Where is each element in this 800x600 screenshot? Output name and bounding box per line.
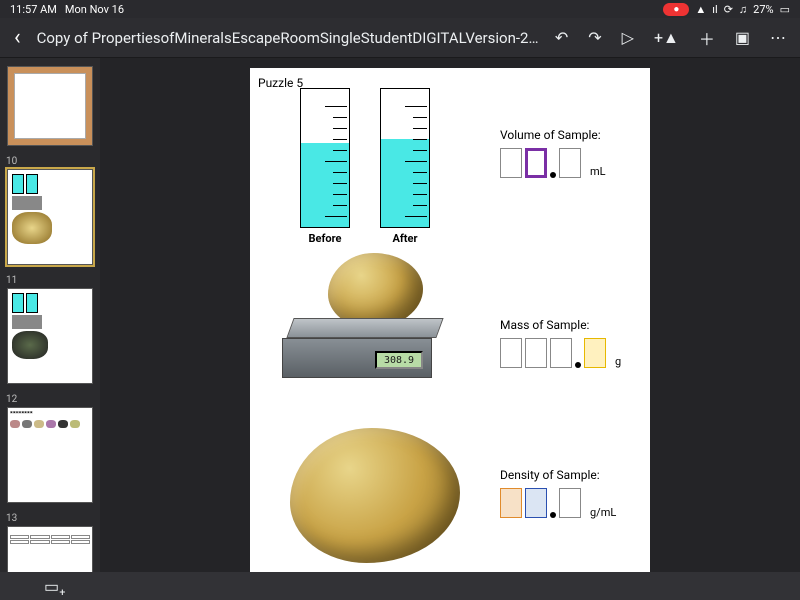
thumbnail[interactable]: 10 — [4, 156, 96, 265]
cylinder-before: 30 20 10 Before — [300, 88, 350, 245]
redo-button[interactable]: ↷ — [588, 28, 601, 47]
unit-g: g — [615, 355, 621, 368]
thumbnail[interactable]: 11 — [4, 275, 96, 384]
before-label: Before — [309, 232, 342, 245]
after-label: After — [392, 232, 417, 245]
undo-button[interactable]: ↶ — [555, 28, 568, 47]
slide-canvas[interactable]: Puzzle 5 Mineral Properties Puzzle 5 30 … — [100, 58, 800, 600]
puzzle-title: Puzzle 5 — [258, 76, 303, 90]
scale: 308.9 — [290, 318, 460, 378]
answer-box[interactable] — [550, 338, 572, 368]
answer-box[interactable] — [500, 338, 522, 368]
thumbnail[interactable]: 12 ▣▣▣▣▣▣▣▣ — [4, 394, 96, 503]
answer-box[interactable] — [559, 148, 581, 178]
main-area: 10 11 12 ▣▣▣▣▣▣▣▣ 1 — [0, 58, 800, 600]
status-bar: 11:57 AM Mon Nov 16 ● ▲ ıl ⟳ ♫ 27% ▭ — [0, 0, 800, 18]
answer-box[interactable] — [525, 338, 547, 368]
answer-box[interactable] — [500, 148, 522, 178]
answer-box[interactable] — [500, 488, 522, 518]
slide[interactable]: Puzzle 5 Mineral Properties Puzzle 5 30 … — [250, 68, 650, 588]
more-button[interactable]: ⋯ — [770, 28, 786, 47]
app-toolbar: ‹ Copy of PropertiesofMineralsEscapeRoom… — [0, 18, 800, 58]
density-label: Density of Sample: — [500, 468, 616, 482]
mineral-sample-icon — [328, 253, 423, 328]
decimal-dot — [575, 362, 581, 368]
headphones-icon: ♫ — [739, 3, 747, 16]
scale-readout: 308.9 — [375, 351, 423, 369]
status-date: Mon Nov 16 — [65, 3, 124, 16]
unit-gml: g/mL — [590, 507, 616, 518]
new-slide-button[interactable]: ▭₊ — [44, 577, 66, 596]
present-button[interactable]: ▷ — [622, 28, 634, 47]
battery-pct: 27% — [753, 3, 773, 16]
unit-ml: mL — [590, 165, 606, 178]
answer-box[interactable] — [525, 148, 547, 178]
cylinder-after: 50 40 30 After — [380, 88, 430, 245]
mass-label: Mass of Sample: — [500, 318, 621, 332]
bottom-bar: ▭₊ — [0, 572, 800, 600]
battery-icon: ▭ — [780, 3, 790, 16]
volume-label: Volume of Sample: — [500, 128, 606, 142]
mic-indicator[interactable]: ● — [663, 3, 689, 16]
wifi-icon: ▲ — [695, 3, 706, 16]
answer-box[interactable] — [584, 338, 606, 368]
cellular-icon: ıl — [712, 3, 717, 16]
answer-box[interactable] — [559, 488, 581, 518]
answer-box[interactable] — [525, 488, 547, 518]
back-button[interactable]: ‹ — [14, 25, 21, 50]
decimal-dot — [550, 172, 556, 178]
share-person-button[interactable]: +▲ — [654, 28, 679, 48]
mineral-sample-large-icon — [290, 428, 460, 563]
status-time: 11:57 AM — [10, 3, 57, 16]
thumbnail-strip[interactable]: 10 11 12 ▣▣▣▣▣▣▣▣ 1 — [0, 58, 100, 600]
sync-icon: ⟳ — [724, 3, 733, 16]
add-button[interactable]: ＋ — [699, 26, 715, 50]
decimal-dot — [550, 512, 556, 518]
document-title[interactable]: Copy of PropertiesofMineralsEscapeRoomSi… — [37, 29, 539, 47]
thumbnail[interactable] — [4, 66, 96, 146]
comments-button[interactable]: ▣ — [735, 28, 750, 47]
